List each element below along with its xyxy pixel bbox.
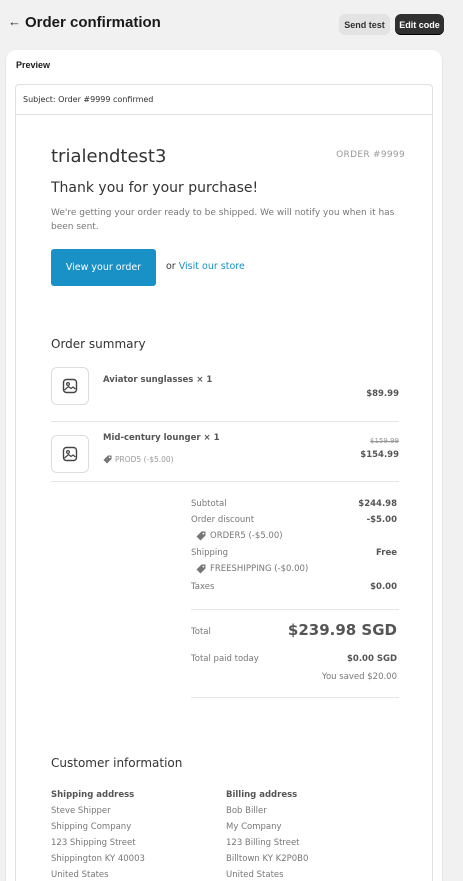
preview-card: Preview Subject: Order #9999 confirmed t… — [6, 50, 442, 881]
shipping-address-line: 123 Shipping Street — [51, 838, 136, 848]
billing-address: Billing address Bob Biller My Company 12… — [226, 787, 308, 881]
shipping-address-line: United States — [51, 870, 109, 880]
preview-label: Preview — [16, 60, 51, 70]
email-preview: Subject: Order #9999 confirmed trialendt… — [15, 84, 433, 881]
order-discount-value: -$5.00 — [366, 515, 397, 525]
savings-text: You saved $20.00 — [321, 672, 397, 682]
billing-address-line: United States — [226, 870, 284, 880]
total-paid-value: $0.00 SGD — [347, 654, 397, 664]
item-discount: PROD5 (-$5.00) — [103, 455, 174, 464]
page-header: ← Order confirmation Send test Edit code — [0, 0, 463, 46]
back-arrow-icon[interactable]: ← — [8, 14, 21, 29]
shop-name: trialendtest3 — [51, 146, 167, 167]
shipping-address: Shipping address Steve Shipper Shipping … — [51, 787, 145, 881]
shipping-address-line: Shipping Company — [51, 822, 132, 832]
order-discount-code: ORDER5 (-$5.00) — [196, 531, 283, 541]
item-price: $154.99 — [360, 450, 399, 460]
product-image-placeholder-icon — [51, 367, 89, 405]
send-test-button[interactable]: Send test — [339, 14, 390, 35]
total-label: Total — [191, 627, 211, 637]
shipping-discount-code-text: FREESHIPPING (-$0.00) — [210, 564, 309, 574]
edit-code-button[interactable]: Edit code — [395, 14, 444, 35]
customer-info-title: Customer information — [51, 756, 183, 770]
subtotal-value: $244.98 — [358, 499, 397, 509]
item-discount-code: PROD5 (-$5.00) — [115, 455, 174, 464]
billing-address-line: 123 Billing Street — [226, 838, 300, 848]
order-discount-code-text: ORDER5 (-$5.00) — [210, 531, 283, 541]
email-subject: Subject: Order #9999 confirmed — [16, 85, 432, 115]
item-original-price: $159.99 — [370, 437, 399, 445]
total-paid-label: Total paid today — [191, 654, 259, 664]
divider — [191, 609, 399, 610]
shipping-label: Shipping — [191, 548, 229, 558]
billing-address-heading: Billing address — [226, 790, 298, 800]
shipping-address-line: Steve Shipper — [51, 806, 111, 816]
order-number: ORDER #9999 — [336, 150, 405, 160]
email-heading: Thank you for your purchase! — [51, 180, 259, 196]
order-summary-title: Order summary — [51, 337, 146, 351]
taxes-label: Taxes — [191, 582, 215, 592]
subtotal-label: Subtotal — [191, 499, 227, 509]
list-item: Mid-century lounger × 1 $159.99 $154.99 … — [51, 431, 399, 473]
tag-icon — [196, 564, 206, 574]
tag-icon — [196, 531, 206, 541]
shipping-address-line: Shippington KY 40003 — [51, 854, 145, 864]
order-discount-label: Order discount — [191, 515, 255, 525]
divider — [51, 421, 399, 422]
item-price: $89.99 — [366, 389, 399, 399]
divider — [51, 481, 399, 482]
tag-icon — [103, 455, 112, 464]
billing-address-line: Bob Biller — [226, 806, 267, 816]
list-item: Aviator sunglasses × 1 $89.99 — [51, 367, 399, 407]
billing-address-line: Billtown KY K2P0B0 — [226, 854, 309, 864]
shipping-address-heading: Shipping address — [51, 790, 135, 800]
product-image-placeholder-icon — [51, 435, 89, 473]
taxes-value: $0.00 — [370, 582, 397, 592]
visit-store-text: or Visit our store — [166, 261, 245, 272]
shipping-discount-code: FREESHIPPING (-$0.00) — [196, 564, 308, 574]
shipping-value: Free — [376, 548, 397, 558]
billing-address-line: My Company — [226, 822, 282, 832]
item-name: Mid-century lounger × 1 — [103, 433, 220, 443]
page-title: Order confirmation — [25, 14, 161, 31]
view-order-button[interactable]: View your order — [51, 249, 156, 286]
divider — [191, 697, 399, 698]
visit-store-link[interactable]: Visit our store — [179, 261, 245, 272]
item-name: Aviator sunglasses × 1 — [103, 375, 213, 385]
total-value: $239.98 SGD — [287, 621, 397, 639]
email-message: We're getting your order ready to be shi… — [51, 208, 395, 232]
or-label: or — [166, 261, 179, 272]
